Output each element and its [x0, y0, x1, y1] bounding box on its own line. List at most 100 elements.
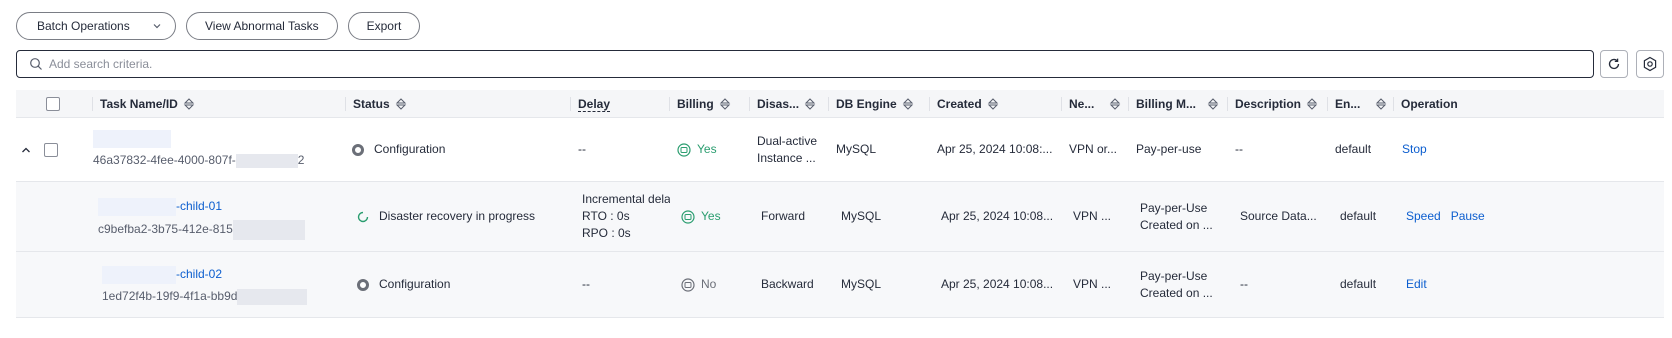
task-name-cell: 46a37832-4fee-4000-807f- 2: [93, 118, 304, 181]
redacted-block: [232, 220, 305, 240]
status-dot-icon: [357, 278, 369, 291]
sort-icon[interactable]: [183, 98, 195, 110]
table-row: -child-02 1ed72f4b-19f9-4f1a-bb9d Config…: [16, 252, 1664, 318]
export-button[interactable]: Export: [347, 12, 421, 40]
header-disaster[interactable]: Disas...: [749, 90, 816, 118]
task-id-text: c9befba2-3b75-412e-815: [98, 222, 233, 237]
operation-cell: Edit: [1406, 252, 1427, 317]
header-task-name[interactable]: Task Name/ID: [92, 90, 195, 118]
view-abnormal-tasks-label: View Abnormal Tasks: [205, 19, 319, 33]
delay-text: --: [582, 277, 590, 291]
row-checkbox[interactable]: [44, 142, 58, 157]
billing-cell: Yes: [681, 182, 721, 251]
sort-icon[interactable]: [1375, 98, 1387, 110]
network-cell: VPN ...: [1073, 182, 1111, 251]
sort-icon[interactable]: [804, 98, 816, 110]
description-cell: Source Data...: [1240, 182, 1317, 251]
search-bar[interactable]: [16, 50, 1594, 78]
billing-mode-line-2: Created on ...: [1140, 217, 1213, 232]
db-engine-cell: MySQL: [836, 118, 876, 181]
header-task-name-label: Task Name/ID: [100, 97, 178, 111]
redacted-block: [237, 288, 308, 305]
speed-link[interactable]: Speed: [1406, 208, 1441, 225]
billing-text: Yes: [701, 209, 721, 223]
batch-operations-dropdown[interactable]: Batch Operations: [16, 12, 176, 40]
header-status-label: Status: [353, 97, 390, 111]
pause-link[interactable]: Pause: [1451, 208, 1485, 225]
refresh-button[interactable]: [1600, 50, 1628, 78]
select-all-checkbox[interactable]: [46, 97, 60, 111]
view-abnormal-tasks-button[interactable]: View Abnormal Tasks: [186, 12, 338, 40]
billing-yes-icon: [681, 209, 695, 224]
header-operation: Operation: [1393, 90, 1458, 118]
redacted-block: [98, 198, 176, 216]
task-name-link[interactable]: -child-01: [98, 198, 305, 216]
disaster-line-2: Instance ...: [757, 150, 816, 165]
billing-mode-cell: Pay-per-Use Created on ...: [1140, 252, 1213, 317]
header-created[interactable]: Created: [929, 90, 999, 118]
header-status[interactable]: Status: [345, 90, 407, 118]
header-delay[interactable]: Delay: [570, 90, 611, 118]
db-engine-text: MySQL: [841, 209, 882, 223]
sort-icon[interactable]: [987, 98, 999, 110]
task-name-link[interactable]: [93, 130, 171, 148]
billing-no-icon: [681, 277, 695, 292]
description-text: Source Data...: [1240, 209, 1317, 223]
delay-cell: --: [582, 252, 590, 317]
disaster-text: Backward: [761, 277, 814, 291]
header-db-engine-label: DB Engine: [836, 97, 897, 111]
billing-mode-line-2: Created on ...: [1140, 285, 1213, 300]
sort-icon[interactable]: [1109, 98, 1121, 110]
network-text: VPN ...: [1073, 277, 1112, 291]
header-billing[interactable]: Billing: [669, 90, 731, 118]
created-text: Apr 25, 2024 10:08...: [941, 209, 1054, 223]
status-cell: Disaster recovery in progress: [357, 182, 535, 251]
sort-icon[interactable]: [1207, 98, 1219, 110]
enterprise-cell: default: [1340, 182, 1376, 251]
operation-cell: Speed Pause: [1406, 182, 1485, 251]
sort-icon[interactable]: [1306, 98, 1318, 110]
header-billing-mode[interactable]: Billing M...: [1128, 90, 1219, 118]
disaster-line-1: Dual-active: [757, 133, 818, 148]
delay-line-1: Incremental delay: [582, 192, 670, 206]
toolbar: Batch Operations View Abnormal Tasks Exp…: [16, 12, 421, 40]
table-row: 46a37832-4fee-4000-807f- 2 Configuration …: [16, 118, 1664, 182]
header-db-engine[interactable]: DB Engine: [828, 90, 914, 118]
search-input[interactable]: [49, 57, 949, 71]
header-description[interactable]: Description: [1227, 90, 1318, 118]
column-divider: [669, 97, 670, 111]
billing-mode-line-1: Pay-per-Use: [1140, 268, 1208, 283]
disaster-cell: Backward: [761, 252, 814, 317]
status-cell: Configuration: [352, 118, 445, 181]
column-divider: [1327, 97, 1328, 111]
header-delay-label: Delay: [578, 96, 611, 112]
stop-link[interactable]: Stop: [1402, 141, 1427, 158]
description-cell: --: [1235, 118, 1243, 181]
task-name-link[interactable]: -child-02: [102, 266, 307, 284]
settings-button[interactable]: [1636, 50, 1664, 78]
status-indicator: Disaster recovery in progress: [357, 208, 535, 225]
task-id: 46a37832-4fee-4000-807f- 2: [93, 152, 304, 169]
sort-icon[interactable]: [395, 98, 407, 110]
chevron-down-icon: [153, 24, 161, 29]
delay-cell: --: [578, 118, 586, 181]
header-network[interactable]: Ne...: [1061, 90, 1121, 118]
billing-mode-cell: Pay-per-use: [1136, 118, 1201, 181]
sort-icon[interactable]: [902, 98, 914, 110]
expand-toggle[interactable]: [20, 118, 32, 181]
redacted-block: [102, 266, 176, 284]
disaster-cell: Forward: [761, 182, 805, 251]
enterprise-text: default: [1340, 277, 1377, 291]
header-operation-label: Operation: [1401, 97, 1458, 111]
header-enterprise[interactable]: En...: [1327, 90, 1387, 118]
column-divider: [749, 97, 750, 111]
header-disaster-label: Disas...: [757, 97, 800, 111]
column-divider: [570, 97, 571, 111]
column-divider: [92, 97, 93, 111]
header-created-label: Created: [937, 97, 982, 111]
task-name-cell: -child-02 1ed72f4b-19f9-4f1a-bb9d: [102, 252, 308, 317]
delay-line-3: RPO : 0s: [582, 226, 631, 240]
sort-icon[interactable]: [719, 98, 731, 110]
edit-link[interactable]: Edit: [1406, 276, 1427, 293]
network-text: VPN or...: [1069, 142, 1118, 156]
